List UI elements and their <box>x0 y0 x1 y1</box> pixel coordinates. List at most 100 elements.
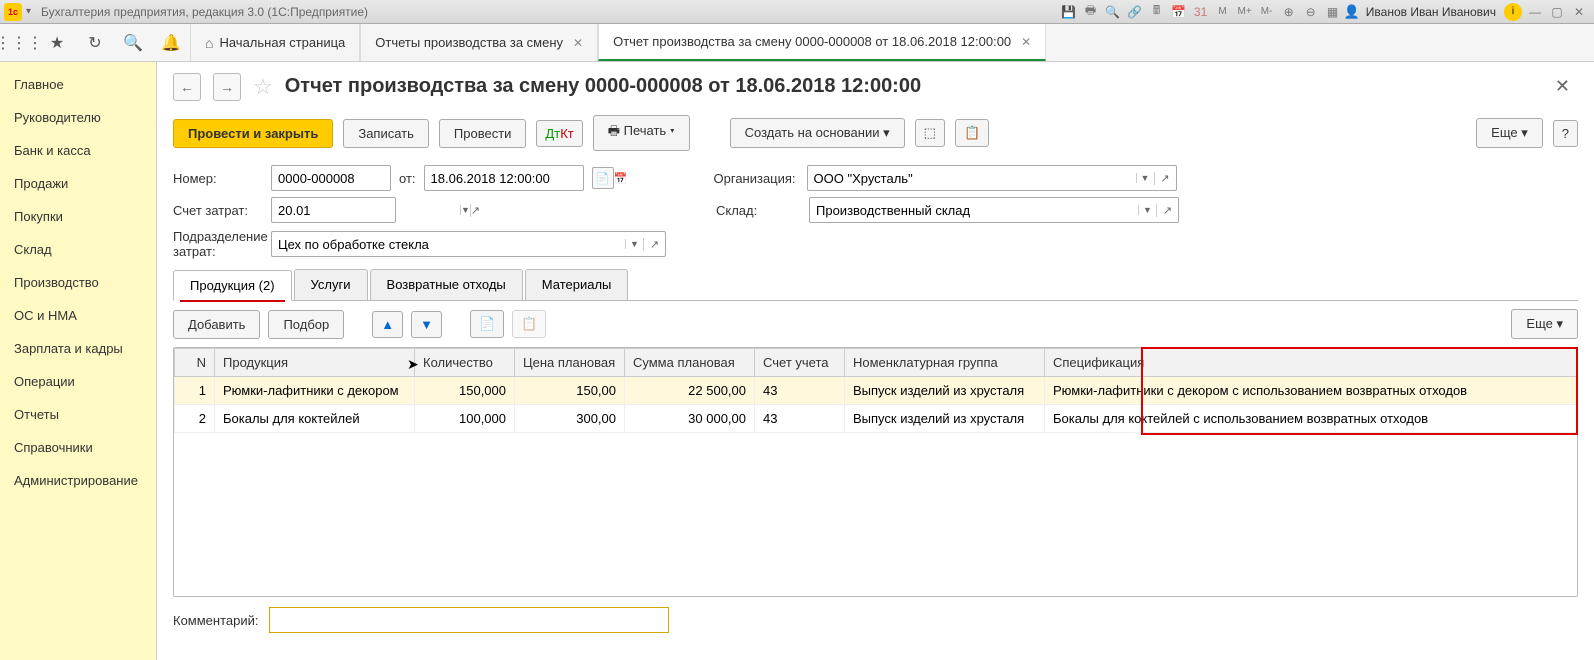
search-toolbar-icon[interactable]: 🔍 <box>114 24 152 61</box>
sidebar-item-production[interactable]: Производство <box>0 266 156 299</box>
search-icon[interactable]: 🔍 <box>1104 3 1122 21</box>
table-more-button[interactable]: Еще ▾ <box>1511 309 1578 339</box>
m-icon[interactable]: M <box>1214 3 1232 21</box>
document-title: Отчет производства за смену 0000-000008 … <box>285 75 921 98</box>
minimize-icon[interactable]: — <box>1526 3 1544 21</box>
open-ref-icon[interactable]: ↗ <box>1156 204 1178 217</box>
dropdown-icon[interactable]: ▼ <box>460 205 470 215</box>
nav-forward-button[interactable]: → <box>213 73 241 101</box>
favorite-icon[interactable]: ★ <box>38 24 76 61</box>
col-nom-group[interactable]: Номенклатурная группа <box>845 349 1045 377</box>
sidebar-item-salary[interactable]: Зарплата и кадры <box>0 332 156 365</box>
maximize-icon[interactable]: ▢ <box>1548 3 1566 21</box>
more-button[interactable]: Еще ▾ <box>1476 118 1543 148</box>
pick-button[interactable]: Подбор <box>268 310 344 339</box>
tab-current-doc[interactable]: Отчет производства за смену 0000-000008 … <box>598 24 1046 61</box>
structure-button[interactable]: ⬚ <box>915 119 945 147</box>
tab-home[interactable]: ⌂ Начальная страница <box>190 24 360 61</box>
table-row[interactable]: 1 Рюмки-лафитники с декором 150,000 150,… <box>175 377 1577 405</box>
add-row-button[interactable]: Добавить <box>173 310 260 339</box>
number-input[interactable] <box>271 165 391 191</box>
warehouse-input[interactable]: ▼ ↗ <box>809 197 1179 223</box>
save-icon[interactable]: 💾 <box>1060 3 1078 21</box>
sidebar-item-admin[interactable]: Администрирование <box>0 464 156 497</box>
sidebar-item-reports[interactable]: Отчеты <box>0 398 156 431</box>
move-up-button[interactable]: ▲ <box>372 311 403 338</box>
move-down-button[interactable]: ▼ <box>411 311 442 338</box>
org-input[interactable]: ▼ ↗ <box>807 165 1177 191</box>
related-button[interactable]: 📋 <box>955 119 989 147</box>
sidebar: Главное Руководителю Банк и касса Продаж… <box>0 62 157 660</box>
create-based-button[interactable]: Создать на основании ▾ <box>730 118 905 148</box>
col-spec[interactable]: Спецификация <box>1045 349 1577 377</box>
nav-back-button[interactable]: ← <box>173 73 201 101</box>
sidebar-item-sales[interactable]: Продажи <box>0 167 156 200</box>
calc-icon[interactable]: 🖩 <box>1148 3 1166 21</box>
m-plus-icon[interactable]: M+ <box>1236 3 1254 21</box>
link-icon[interactable]: 🔗 <box>1126 3 1144 21</box>
date-input[interactable]: 📅 <box>424 165 584 191</box>
col-product[interactable]: Продукция <box>215 349 415 377</box>
m-minus-icon[interactable]: M- <box>1258 3 1276 21</box>
user-name: Иванов Иван Иванович <box>1366 5 1496 19</box>
sidebar-item-operations[interactable]: Операции <box>0 365 156 398</box>
doc-tabs: Продукция (2) Услуги Возвратные отходы М… <box>173 269 1578 301</box>
dt-kt-button[interactable]: ДтКт <box>536 120 582 147</box>
comment-label: Комментарий: <box>173 613 259 628</box>
tab-returns[interactable]: Возвратные отходы <box>370 269 523 300</box>
close-tab-icon[interactable]: ✕ <box>1021 35 1031 49</box>
zoom-in-icon[interactable]: ⊕ <box>1280 3 1298 21</box>
copy-button[interactable]: 📄 <box>470 310 504 338</box>
calendar-picker-icon[interactable]: 📅 <box>613 172 628 185</box>
tab-services[interactable]: Услуги <box>294 269 368 300</box>
post-button[interactable]: Провести <box>439 119 527 148</box>
print-button[interactable]: 🖶 Печать ▾ <box>593 115 690 151</box>
dropdown-icon[interactable]: ▼ <box>1138 205 1156 215</box>
history-icon[interactable]: ↻ <box>76 24 114 61</box>
grid-icon[interactable]: ▦ <box>1324 3 1342 21</box>
open-ref-icon[interactable]: ↗ <box>1154 172 1176 185</box>
calendar-icon[interactable]: 📅 <box>1170 3 1188 21</box>
col-account[interactable]: Счет учета <box>755 349 845 377</box>
apps-icon[interactable]: ⋮⋮⋮ <box>0 24 38 61</box>
tab-materials[interactable]: Материалы <box>525 269 629 300</box>
doc-status-icon[interactable]: 📄 <box>592 167 614 189</box>
save-button[interactable]: Записать <box>343 119 429 148</box>
col-sum[interactable]: Сумма плановая <box>625 349 755 377</box>
comment-input[interactable] <box>269 607 669 633</box>
post-and-close-button[interactable]: Провести и закрыть <box>173 119 333 148</box>
close-window-icon[interactable]: ✕ <box>1570 3 1588 21</box>
content-area: ← → ☆ Отчет производства за смену 0000-0… <box>157 62 1594 660</box>
sidebar-item-main[interactable]: Главное <box>0 68 156 101</box>
sidebar-item-purchases[interactable]: Покупки <box>0 200 156 233</box>
print-icon[interactable]: 🖶 <box>1082 3 1100 21</box>
dropdown-icon[interactable]: ▼ <box>625 239 643 249</box>
sidebar-item-bank[interactable]: Банк и касса <box>0 134 156 167</box>
date-icon[interactable]: 31 <box>1192 3 1210 21</box>
help-button[interactable]: ? <box>1553 120 1578 147</box>
close-tab-icon[interactable]: ✕ <box>573 36 583 50</box>
paste-button[interactable]: 📋 <box>512 310 546 338</box>
cost-account-input[interactable]: ▼ ↗ <box>271 197 396 223</box>
dept-input[interactable]: ▼ ↗ <box>271 231 666 257</box>
sidebar-item-manager[interactable]: Руководителю <box>0 101 156 134</box>
favorite-star-icon[interactable]: ☆ <box>253 74 273 100</box>
tab-reports-list[interactable]: Отчеты производства за смену ✕ <box>360 24 598 61</box>
table-row[interactable]: 2 Бокалы для коктейлей 100,000 300,00 30… <box>175 405 1577 433</box>
sidebar-item-warehouse[interactable]: Склад <box>0 233 156 266</box>
tab-products[interactable]: Продукция (2) <box>173 270 292 301</box>
zoom-out-icon[interactable]: ⊖ <box>1302 3 1320 21</box>
info-icon[interactable]: i <box>1504 3 1522 21</box>
col-qty[interactable]: Количество <box>415 349 515 377</box>
main-toolbar: ⋮⋮⋮ ★ ↻ 🔍 🔔 ⌂ Начальная страница Отчеты … <box>0 24 1594 62</box>
col-price[interactable]: Цена плановая <box>515 349 625 377</box>
close-document-icon[interactable]: ✕ <box>1547 72 1578 101</box>
sidebar-item-assets[interactable]: ОС и НМА <box>0 299 156 332</box>
bell-icon[interactable]: 🔔 <box>152 24 190 61</box>
sidebar-item-catalogs[interactable]: Справочники <box>0 431 156 464</box>
dropdown-icon[interactable]: ▼ <box>1136 173 1154 183</box>
open-ref-icon[interactable]: ↗ <box>470 204 480 217</box>
col-n[interactable]: N <box>175 349 215 377</box>
app-menu-arrow[interactable]: ▾ <box>26 6 31 17</box>
open-ref-icon[interactable]: ↗ <box>643 238 665 251</box>
